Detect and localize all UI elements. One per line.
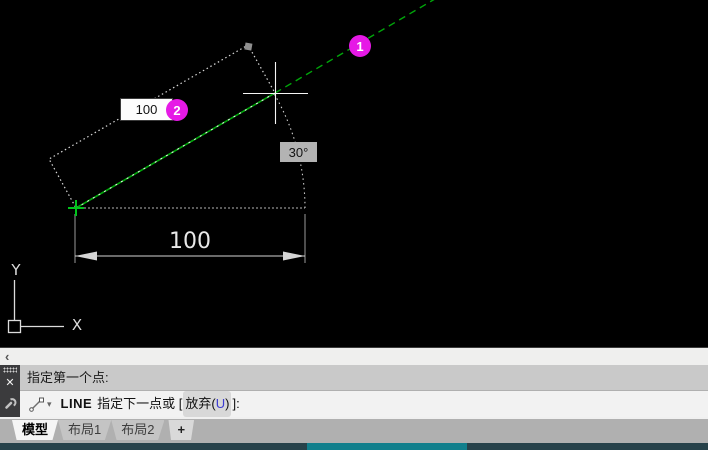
- dimension-arrow-right: [283, 251, 305, 261]
- tab-layout1[interactable]: 布局1: [58, 420, 112, 440]
- drawing-canvas[interactable]: 100 Y X 1 100 2 30°: [0, 0, 708, 347]
- tab-layout2[interactable]: 布局2: [111, 420, 165, 440]
- step-badge-1: 1: [349, 35, 371, 57]
- command-history-line: 指定第一个点:: [20, 365, 708, 391]
- autocad-window: 100 Y X 1 100 2 30° ‹ ✕ 指定第一个点: ▾ LINE 指…: [0, 0, 708, 450]
- angle-readout: 30°: [280, 142, 317, 162]
- bottom-edge-accent: [307, 443, 467, 450]
- dimension-text: 100: [169, 229, 211, 254]
- undo-option-close: ): [225, 396, 230, 411]
- ucs-x-label: X: [72, 316, 82, 334]
- ucs-y-label: Y: [10, 261, 21, 279]
- command-drag-grip[interactable]: [3, 367, 17, 373]
- undo-option-key: U: [215, 396, 226, 411]
- crosshair-cursor: [243, 62, 308, 124]
- command-sidebar: ✕: [0, 365, 20, 417]
- command-rows: 指定第一个点: ▾ LINE 指定下一点或 [ 放弃(U) ]:: [20, 365, 708, 417]
- step-badge-2: 2: [166, 99, 188, 121]
- ucs-origin-box: [7, 319, 22, 334]
- command-window: ✕ 指定第一个点: ▾ LINE 指定下一点或 [ 放弃(U) ]:: [0, 365, 708, 417]
- tab-model[interactable]: 模型: [12, 420, 59, 440]
- window-bottom-edge: [0, 443, 708, 450]
- dotted-preview-rectangle: [48, 44, 276, 209]
- prompt-text: 指定下一点或 [: [97, 396, 183, 411]
- command-close-button[interactable]: ✕: [5, 375, 14, 391]
- undo-option-name: 放弃(: [185, 396, 216, 411]
- snap-marker: [68, 200, 84, 216]
- command-input-line[interactable]: ▾ LINE 指定下一点或 [ 放弃(U) ]:: [20, 391, 708, 417]
- recent-commands-caret-icon[interactable]: ▾: [47, 391, 52, 417]
- grip-square: [244, 42, 253, 51]
- prompt-suffix: ]:: [232, 396, 240, 411]
- layout-tab-bar: 模型 布局1 布局2 +: [0, 417, 708, 443]
- line-command-icon[interactable]: [28, 396, 45, 413]
- wrench-icon[interactable]: [3, 395, 18, 410]
- horizontal-scrollbar[interactable]: ‹: [0, 347, 708, 365]
- active-command-name: LINE: [60, 396, 93, 411]
- scroll-left-icon[interactable]: ‹: [0, 349, 9, 365]
- ucs-icon: Y X: [7, 261, 82, 334]
- dimension-arrow-left: [75, 251, 97, 261]
- undo-option-button[interactable]: 放弃(U): [183, 391, 232, 417]
- add-layout-tab-button[interactable]: +: [168, 420, 195, 440]
